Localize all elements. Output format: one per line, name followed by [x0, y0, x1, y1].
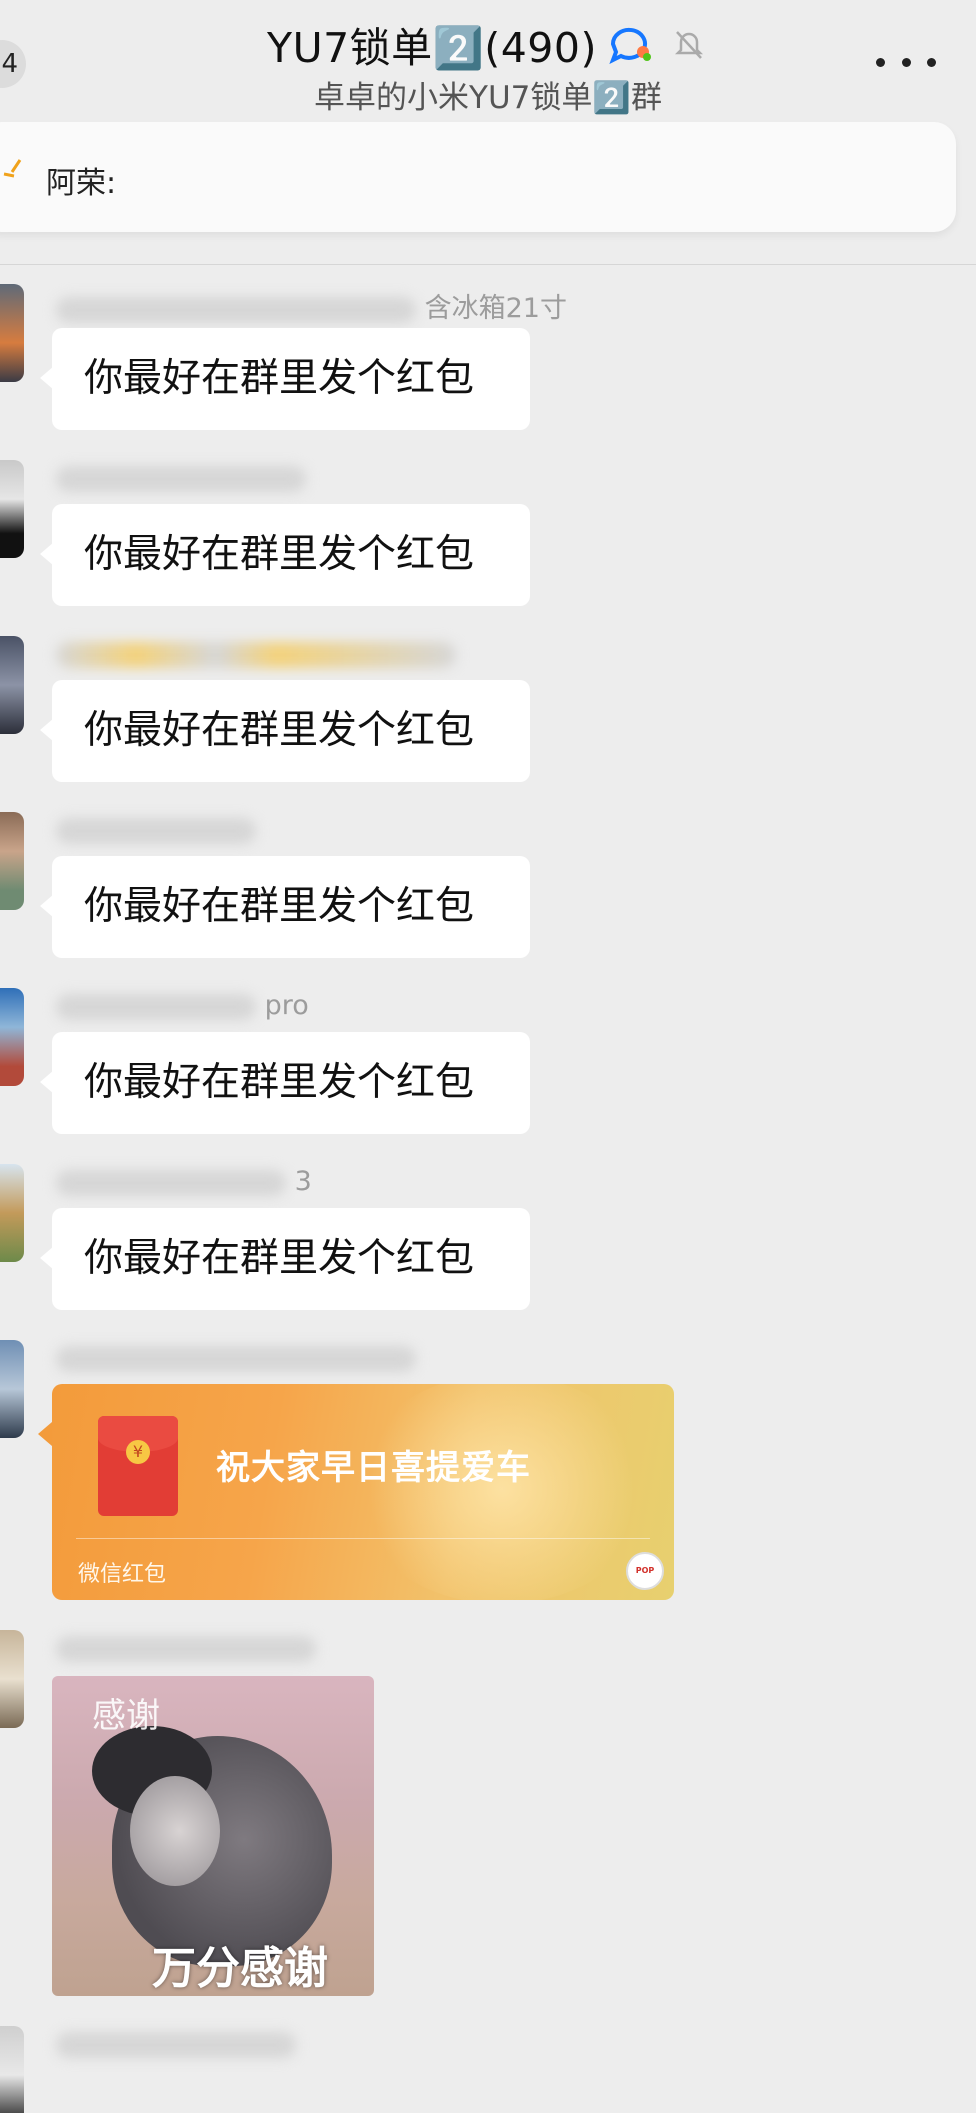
sender-name	[56, 1342, 416, 1373]
avatar[interactable]	[0, 1340, 24, 1438]
more-options-button[interactable]	[876, 48, 936, 76]
more-dot	[876, 57, 885, 67]
blurred-name	[56, 641, 456, 668]
red-envelope-icon: ¥	[98, 1416, 178, 1516]
avatar[interactable]	[0, 284, 24, 382]
sender-name: 含冰箱21寸	[56, 286, 567, 325]
red-packet-footer: 微信红包	[78, 1562, 167, 1587]
sender-name	[56, 814, 256, 845]
pinned-sender-label: 阿荣:	[46, 166, 117, 201]
message-bubble[interactable]: 你最好在群里发个红包	[40, 856, 530, 958]
blurred-name	[56, 465, 306, 492]
sparkle-icon	[0, 156, 28, 184]
sender-name: 3	[56, 1166, 312, 1197]
avatar[interactable]	[0, 988, 24, 1086]
coin-icon: ¥	[126, 1440, 150, 1464]
sticker-bottom-caption: 万分感谢	[152, 1943, 328, 1994]
blurred-name	[56, 1345, 416, 1372]
sender-name-visible: 3	[294, 1166, 312, 1197]
red-packet-card[interactable]: ¥ 祝大家早日喜提爱车 微信红包 POP MART	[52, 1384, 674, 1600]
bell-muted-icon	[669, 24, 709, 64]
blurred-name	[56, 817, 256, 844]
sender-name	[56, 2028, 296, 2059]
red-packet-title: 祝大家早日喜提爱车	[216, 1448, 531, 1488]
sticker-top-caption: 感谢	[92, 1696, 160, 1736]
message-bubble[interactable]: 你最好在群里发个红包	[40, 504, 530, 606]
sender-name	[56, 462, 306, 493]
message-bubble[interactable]: 你最好在群里发个红包	[40, 680, 530, 782]
brand-logo: POP MART	[626, 1552, 664, 1590]
pinned-announcement[interactable]: 阿荣:	[0, 122, 956, 232]
more-dot	[901, 57, 911, 67]
avatar[interactable]	[0, 460, 24, 558]
red-packet-cover-art	[352, 1384, 652, 1600]
message-bubble[interactable]: 你最好在群里发个红包	[40, 1208, 530, 1310]
sender-name	[56, 1632, 316, 1663]
chat-bubble-icon	[607, 24, 655, 65]
sticker-image[interactable]: 感谢 万分感谢	[52, 1676, 374, 1996]
chat-title: YU7锁单2️⃣(490)	[267, 24, 597, 72]
blurred-name	[56, 296, 416, 323]
blurred-name	[56, 993, 256, 1020]
avatar[interactable]	[0, 2026, 24, 2113]
penguin-face	[130, 1776, 220, 1886]
chat-subtitle: 卓卓的小米YU7锁单2️⃣群	[314, 80, 662, 116]
avatar[interactable]	[0, 1630, 24, 1728]
sender-name-visible: pro	[264, 990, 309, 1021]
chat-title-row: YU7锁单2️⃣(490)	[0, 14, 976, 74]
sender-name-visible: 含冰箱21寸	[424, 293, 567, 324]
avatar[interactable]	[0, 1164, 24, 1262]
blurred-name	[56, 2031, 296, 2058]
avatar[interactable]	[0, 812, 24, 910]
divider	[0, 264, 976, 265]
sender-name	[56, 638, 456, 669]
avatar[interactable]	[0, 636, 24, 734]
blurred-name	[56, 1169, 286, 1196]
message-bubble[interactable]: 你最好在群里发个红包	[40, 1032, 530, 1134]
blurred-name	[56, 1635, 316, 1662]
sender-name: pro	[56, 990, 309, 1021]
red-packet-divider	[76, 1538, 650, 1539]
chat-header: 4 YU7锁单2️⃣(490) 卓卓的小米YU7锁单2️⃣群	[0, 0, 976, 120]
red-packet-pointer	[38, 1422, 52, 1446]
more-dot	[927, 57, 936, 67]
message-bubble[interactable]: 你最好在群里发个红包	[40, 328, 530, 430]
